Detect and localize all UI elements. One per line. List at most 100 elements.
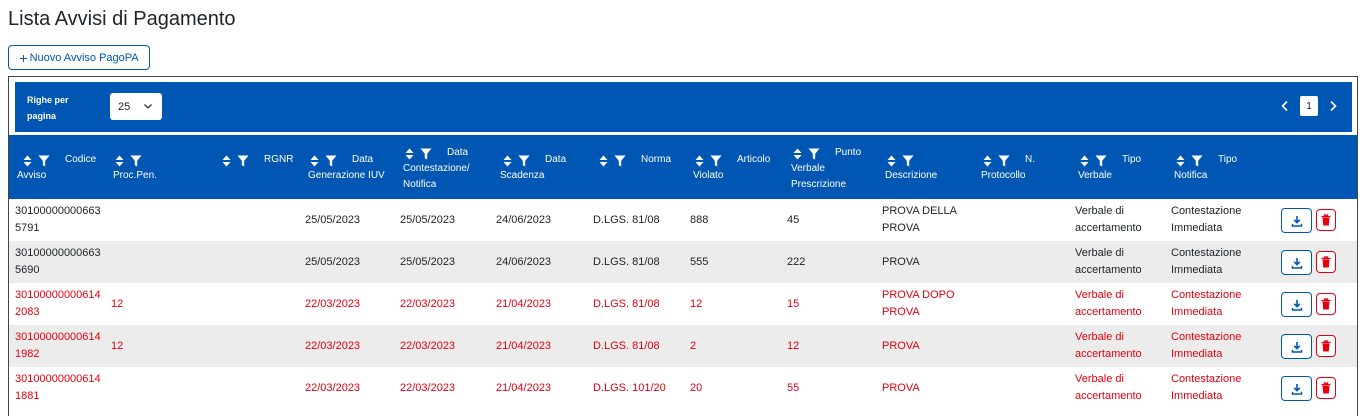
download-button[interactable] <box>1281 292 1312 317</box>
page-number[interactable]: 1 <box>1300 96 1318 116</box>
cell-text: 25/05/2023 <box>400 255 456 268</box>
header-icons <box>405 148 432 160</box>
filter-icon[interactable] <box>1191 155 1203 167</box>
sort-icon[interactable] <box>310 155 319 167</box>
avvisi-card: Righe per pagina 25 1 Codice Avviso Proc.P… <box>8 76 1358 416</box>
delete-button[interactable] <box>1316 209 1336 231</box>
sort-icon[interactable] <box>1080 155 1089 167</box>
column-header: Data Generazione IUV <box>304 135 399 199</box>
chevron-left-icon[interactable] <box>1280 100 1290 112</box>
header-icons <box>983 155 1010 167</box>
sort-icon[interactable] <box>23 155 32 167</box>
cell-text: 15 <box>787 297 800 310</box>
download-button[interactable] <box>1281 334 1312 359</box>
cell-text: 22/03/2023 <box>305 339 361 352</box>
filter-icon[interactable] <box>325 155 337 167</box>
cell-tipo-notifica: Contestazione Immediata <box>1171 283 1265 325</box>
column-header: RGNR <box>214 135 309 199</box>
column-header: Descrizione <box>881 135 976 199</box>
header-icons <box>695 155 722 167</box>
delete-button[interactable] <box>1316 377 1336 399</box>
sort-icon[interactable] <box>983 155 992 167</box>
delete-button[interactable] <box>1316 251 1336 273</box>
cell-text: 1982 <box>15 348 40 360</box>
filter-icon[interactable] <box>902 155 914 167</box>
filter-icon[interactable] <box>1095 155 1107 167</box>
sort-icon[interactable] <box>115 155 124 167</box>
trash-icon[interactable] <box>1320 256 1332 268</box>
cell-articolo: 555 <box>690 241 784 283</box>
trash-icon[interactable] <box>1320 298 1332 310</box>
new-avviso-button[interactable]: + Nuovo Avviso PagoPA <box>8 45 150 70</box>
download-icon[interactable] <box>1291 299 1303 311</box>
cell-codice: 30100000000663 5690 <box>15 241 109 283</box>
download-icon[interactable] <box>1291 257 1303 269</box>
download-button[interactable] <box>1281 376 1312 401</box>
trash-icon[interactable] <box>1320 214 1332 226</box>
cell-protocollo <box>979 367 1073 409</box>
column-label: Punto <box>835 145 861 161</box>
filter-icon[interactable] <box>998 155 1010 167</box>
trash-icon[interactable] <box>1320 340 1332 352</box>
delete-button[interactable] <box>1316 293 1336 315</box>
filter-icon[interactable] <box>38 155 50 167</box>
download-button[interactable] <box>1281 250 1312 275</box>
cell-rgnr <box>216 199 310 241</box>
sort-icon[interactable] <box>599 155 608 167</box>
filter-icon[interactable] <box>614 155 626 167</box>
download-icon[interactable] <box>1291 215 1303 227</box>
cell-rgnr <box>216 241 310 283</box>
filter-icon[interactable] <box>130 155 142 167</box>
cell-text: accertamento <box>1075 264 1142 276</box>
download-button[interactable] <box>1281 208 1312 233</box>
cell-text: PROVA <box>882 381 920 394</box>
column-header: Codice Avviso <box>13 135 108 199</box>
filter-icon[interactable] <box>237 155 249 167</box>
column-label-line1: RGNR <box>264 154 294 165</box>
sort-icon[interactable] <box>695 155 704 167</box>
sort-icon[interactable] <box>405 148 414 160</box>
delete-button[interactable] <box>1316 335 1336 357</box>
cell-text: 25/05/2023 <box>400 213 456 226</box>
trash-icon[interactable] <box>1320 382 1332 394</box>
cell-descrizione: PROVA <box>882 241 976 283</box>
cell-text: 22/03/2023 <box>400 297 456 310</box>
cell-text: D.LGS. 81/08 <box>593 297 660 310</box>
filter-icon[interactable] <box>710 155 722 167</box>
column-sublabel: Protocollo <box>981 168 1025 184</box>
download-icon[interactable] <box>1291 383 1303 395</box>
cell-punto: 55 <box>787 367 881 409</box>
cell-text: Verbale di <box>1075 289 1124 301</box>
sort-icon[interactable] <box>887 155 896 167</box>
cell-text: 22/03/2023 <box>305 381 361 394</box>
sort-icon[interactable] <box>503 155 512 167</box>
cell-tipo-notifica: Contestazione Immediata <box>1171 241 1265 283</box>
cell-protocollo <box>979 241 1073 283</box>
sort-icon[interactable] <box>222 155 231 167</box>
column-label: Codice <box>65 152 96 168</box>
filter-icon[interactable] <box>808 148 820 160</box>
cell-articolo: 2 <box>690 325 784 367</box>
chevron-right-icon[interactable] <box>1328 100 1338 112</box>
cell-articolo: 12 <box>690 283 784 325</box>
cell-data-iuv: 22/03/2023 <box>305 325 399 367</box>
cell-text: 5690 <box>15 264 40 276</box>
cell-norma: D.LGS. 81/08 <box>593 325 687 367</box>
new-avviso-label: Nuovo Avviso PagoPA <box>29 51 139 64</box>
cell-punto: 12 <box>787 325 881 367</box>
rows-per-page-select[interactable]: 25 <box>110 93 162 120</box>
cell-text: Contestazione <box>1171 331 1242 343</box>
column-label-line2: Violato <box>693 170 724 181</box>
cell-text: Immediata <box>1171 222 1223 234</box>
download-icon[interactable] <box>1291 341 1303 353</box>
cell-text: 24/06/2023 <box>496 255 552 268</box>
sort-icon[interactable] <box>1176 155 1185 167</box>
cell-text: Contestazione <box>1171 289 1242 301</box>
cell-text: 30100000000614 <box>15 373 101 385</box>
table-row: 30100000000614 1881 22/03/2023 22/03/2023 21… <box>9 367 1357 409</box>
filter-icon[interactable] <box>420 148 432 160</box>
filter-icon[interactable] <box>518 155 530 167</box>
cell-text: 22/03/2023 <box>305 297 361 310</box>
sort-icon[interactable] <box>793 148 802 160</box>
cell-descrizione: PROVA <box>882 325 976 367</box>
